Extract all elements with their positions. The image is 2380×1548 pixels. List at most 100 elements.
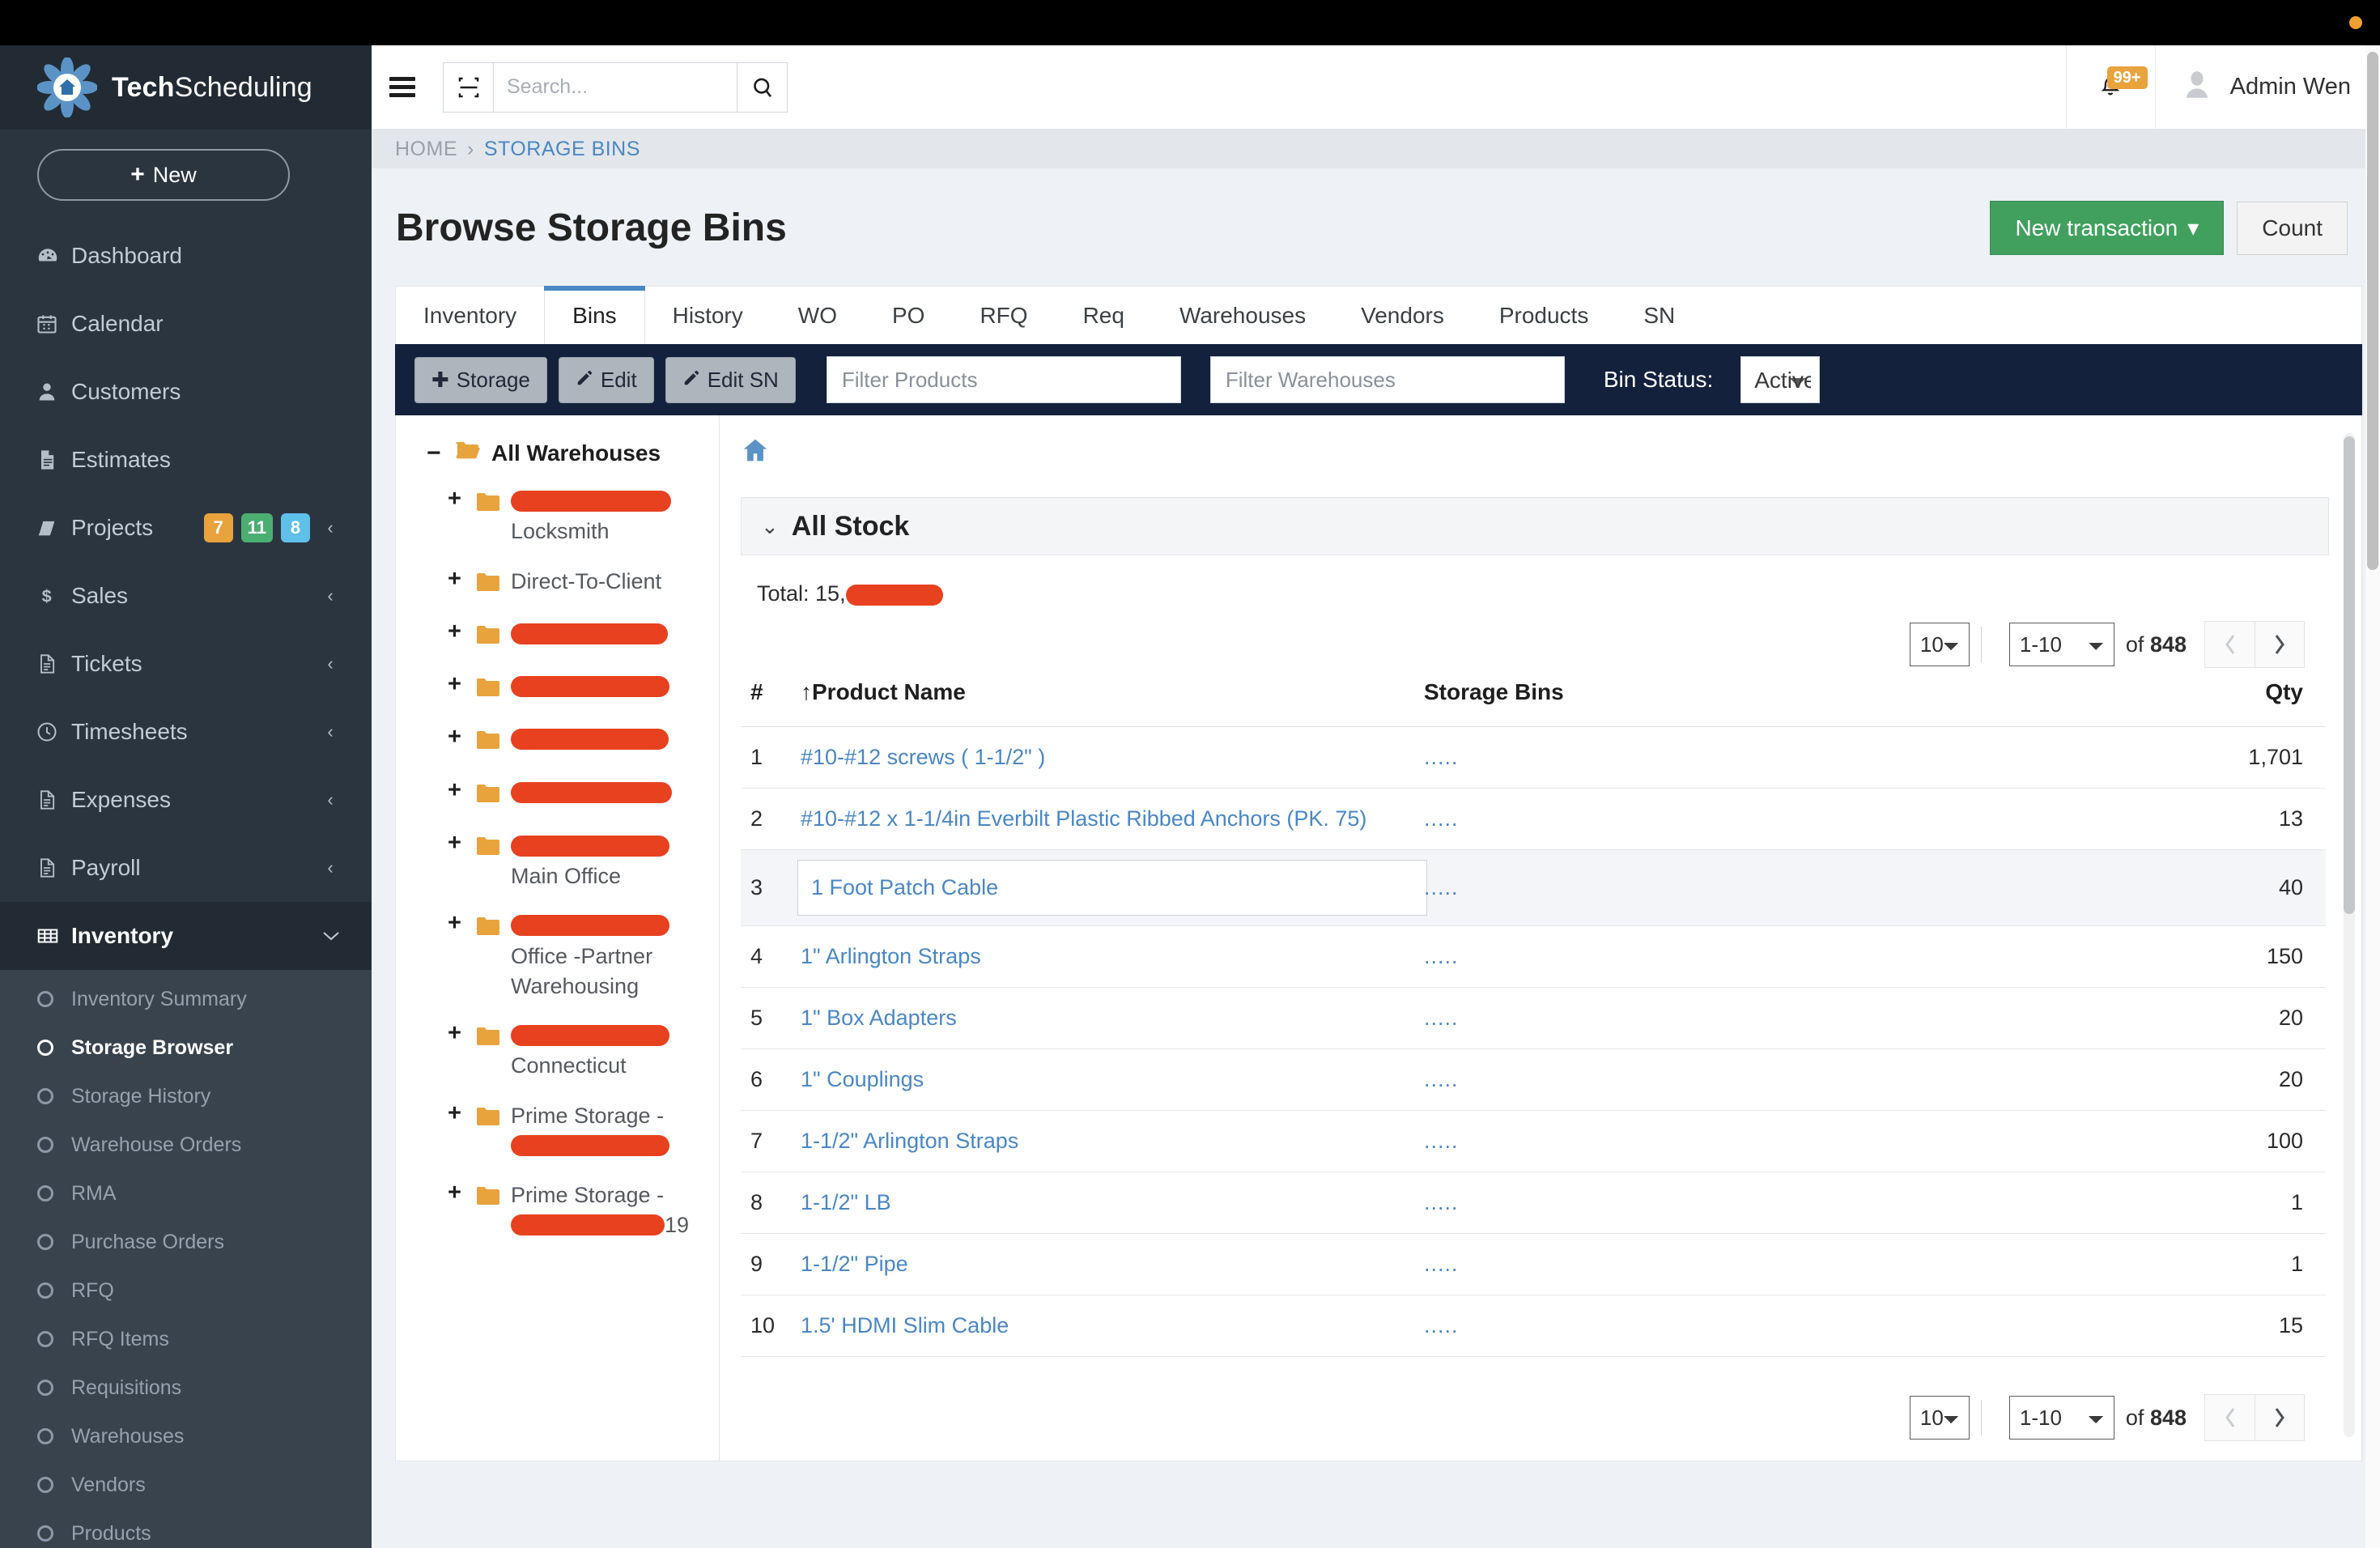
expand-toggle-icon[interactable]: + [448,1180,465,1206]
row-product-name[interactable]: 1" Couplings [801,1049,1424,1111]
sidebar-item-estimates[interactable]: Estimates [0,426,372,494]
tab-sn[interactable]: SN [1616,287,1702,344]
tree-node[interactable]: + Prime Storage - [427,1101,708,1162]
row-product-name[interactable]: 1" Arlington Straps [801,926,1424,988]
expand-toggle-icon[interactable]: + [448,619,465,645]
sidebar-item-tickets[interactable]: Tickets ‹ [0,630,372,698]
row-storage-bins[interactable]: ..... [1424,926,1974,988]
sidebar-item-vendors[interactable]: Vendors [0,1461,372,1509]
sidebar-item-customers[interactable]: Customers [0,358,372,426]
row-product-name[interactable]: 1-1/2" Pipe [801,1234,1424,1295]
filter-products-input[interactable] [827,356,1181,403]
expand-toggle-icon[interactable]: + [448,1021,465,1047]
sidebar-item-timesheets[interactable]: Timesheets ‹ [0,698,372,766]
sidebar-item-warehouse-orders[interactable]: Warehouse Orders [0,1121,372,1169]
row-product-name[interactable]: 1" Box Adapters [801,988,1424,1049]
add-storage-button[interactable]: ✚ Storage [414,357,547,403]
user-menu[interactable]: Admin Wen [2155,45,2380,130]
tree-root-all-warehouses[interactable]: − All Warehouses [427,440,708,467]
sidebar-item-warehouses[interactable]: Warehouses [0,1412,372,1461]
sidebar-item-rma[interactable]: RMA [0,1169,372,1218]
page-size-select-bottom[interactable]: 10 [1910,1396,1970,1440]
row-storage-bins[interactable]: ..... [1424,1111,1974,1172]
next-page-button-top[interactable] [2255,621,2305,668]
page-size-select-top[interactable]: 10 [1910,623,1970,666]
tab-vendors[interactable]: Vendors [1333,287,1472,344]
row-product-name[interactable]: 1 Foot Patch Cable [801,850,1424,926]
row-product-name[interactable]: 1-1/2" LB [801,1172,1424,1234]
expand-toggle-icon[interactable]: + [448,725,465,751]
table-row[interactable]: 1 #10-#12 screws ( 1-1/2" ) ..... 1,701 [741,727,2326,789]
table-row[interactable]: 7 1-1/2" Arlington Straps ..... 100 [741,1111,2326,1172]
tab-warehouses[interactable]: Warehouses [1152,287,1333,344]
table-row[interactable]: 2 #10-#12 x 1-1/4in Everbilt Plastic Rib… [741,789,2326,850]
column-header-num[interactable]: # [741,668,801,727]
prev-page-button-bottom[interactable] [2204,1394,2255,1441]
tree-node[interactable]: + Office -Partner Warehousing [427,911,708,1002]
row-product-name[interactable]: #10-#12 x 1-1/4in Everbilt Plastic Ribbe… [801,789,1424,850]
panel-scrollbar-thumb[interactable] [2344,436,2355,914]
hamburger-menu-button[interactable] [372,73,433,101]
all-stock-section-header[interactable]: ⌄ All Stock [741,497,2329,555]
row-storage-bins[interactable]: ..... [1424,1295,1974,1357]
table-row[interactable]: 9 1-1/2" Pipe ..... 1 [741,1234,2326,1295]
sidebar-item-purchase-orders[interactable]: Purchase Orders [0,1218,372,1266]
sidebar-item-sales[interactable]: $ Sales ‹ [0,562,372,630]
sidebar-item-dashboard[interactable]: Dashboard [0,222,372,290]
tab-products[interactable]: Products [1472,287,1617,344]
sidebar-item-projects[interactable]: Projects 7 11 8 ‹ [0,494,372,562]
column-header-name[interactable]: ↑Product Name [801,668,1424,727]
table-row[interactable]: 8 1-1/2" LB ..... 1 [741,1172,2326,1234]
tab-req[interactable]: Req [1056,287,1152,344]
barcode-scan-icon[interactable] [444,63,494,112]
row-storage-bins[interactable]: ..... [1424,727,1974,789]
expand-toggle-icon[interactable]: + [448,567,465,593]
tab-inventory[interactable]: Inventory [396,287,544,344]
filter-warehouses-input[interactable] [1210,356,1565,403]
breadcrumb-home[interactable]: HOME [395,138,457,161]
new-transaction-button[interactable]: New transaction ▾ [1990,201,2224,255]
tree-node[interactable]: + Locksmith [427,487,708,547]
collapse-toggle-icon[interactable]: − [427,440,444,467]
prev-page-button-top[interactable] [2204,621,2255,668]
row-product-name[interactable]: 1.5' HDMI Slim Cable [801,1295,1424,1357]
tree-node[interactable]: + [427,672,708,705]
table-row[interactable]: 10 1.5' HDMI Slim Cable ..... 15 [741,1295,2326,1357]
row-storage-bins[interactable]: ..... [1424,1234,1974,1295]
expand-toggle-icon[interactable]: + [448,1101,465,1127]
expand-toggle-icon[interactable]: + [448,911,465,937]
row-storage-bins[interactable]: ..... [1424,1049,1974,1111]
table-row[interactable]: 3 1 Foot Patch Cable ..... 40 [741,850,2326,926]
search-icon[interactable] [737,63,787,112]
table-row[interactable]: 6 1" Couplings ..... 20 [741,1049,2326,1111]
sidebar-item-inventory-summary[interactable]: Inventory Summary [0,975,372,1023]
breadcrumb-current[interactable]: STORAGE BINS [484,138,640,161]
search-input[interactable] [494,63,737,112]
sidebar-item-products[interactable]: Products [0,1509,372,1548]
row-storage-bins[interactable]: ..... [1424,789,1974,850]
row-storage-bins[interactable]: ..... [1424,850,1974,926]
next-page-button-bottom[interactable] [2255,1394,2305,1441]
tree-node[interactable]: + [427,778,708,811]
tree-node[interactable]: + Connecticut [427,1021,708,1082]
new-button[interactable]: + New [37,149,290,201]
tab-po[interactable]: PO [865,287,952,344]
sidebar-item-payroll[interactable]: Payroll ‹ [0,834,372,902]
sidebar-item-storage-browser[interactable]: Storage Browser [0,1023,372,1072]
edit-button[interactable]: Edit [559,357,654,403]
sidebar-item-expenses[interactable]: Expenses ‹ [0,766,372,834]
page-range-select-bottom[interactable]: 1-10 [2009,1396,2114,1440]
table-row[interactable]: 5 1" Box Adapters ..... 20 [741,988,2326,1049]
tab-history[interactable]: History [645,287,771,344]
row-product-name[interactable]: 1-1/2" Arlington Straps [801,1111,1424,1172]
count-button[interactable]: Count [2237,202,2348,255]
sidebar-item-inventory[interactable]: Inventory [0,902,372,970]
sidebar-item-storage-history[interactable]: Storage History [0,1072,372,1121]
table-row[interactable]: 4 1" Arlington Straps ..... 150 [741,926,2326,988]
tree-node[interactable]: + [427,619,708,653]
tree-node[interactable]: + Prime Storage -19 [427,1180,708,1241]
page-range-select-top[interactable]: 1-10 [2009,623,2114,666]
row-storage-bins[interactable]: ..... [1424,988,1974,1049]
edit-sn-button[interactable]: Edit SN [665,357,796,403]
tree-node[interactable]: + Direct-To-Client [427,567,708,600]
